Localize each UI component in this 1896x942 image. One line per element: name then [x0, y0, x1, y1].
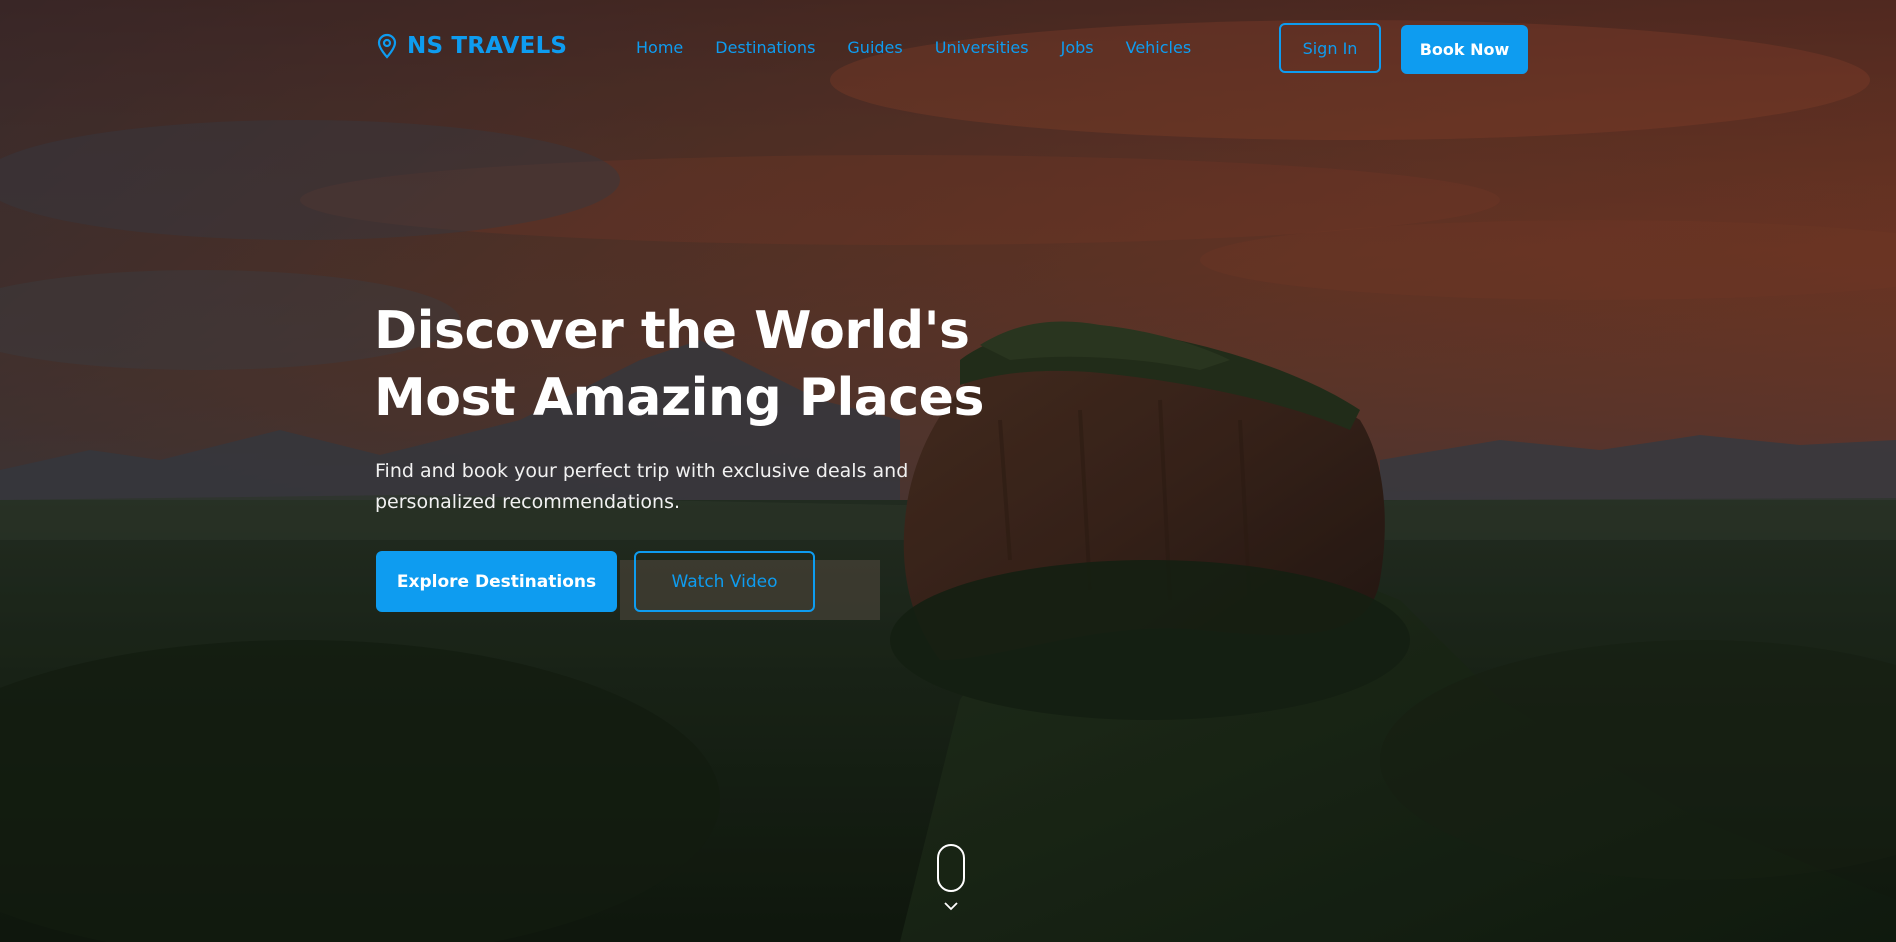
nav-item-home[interactable]: Home	[636, 38, 683, 57]
hero-subtitle-line-2: personalized recommendations.	[375, 491, 681, 513]
nav-item-vehicles[interactable]: Vehicles	[1126, 38, 1192, 57]
hero-title: Discover the World's Most Amazing Places	[374, 298, 984, 432]
scroll-down-indicator[interactable]	[935, 844, 967, 920]
nav-item-universities[interactable]: Universities	[935, 38, 1029, 57]
mouse-scroll-icon	[937, 844, 965, 892]
brand-name: NS TRAVELS	[407, 33, 568, 59]
explore-destinations-button[interactable]: Explore Destinations	[376, 551, 617, 612]
nav-item-destinations[interactable]: Destinations	[715, 38, 815, 57]
hero-title-line-2: Most Amazing Places	[374, 368, 984, 428]
hero-subtitle-line-1: Find and book your perfect trip with exc…	[375, 460, 909, 482]
nav-item-guides[interactable]: Guides	[847, 38, 902, 57]
sign-in-button[interactable]: Sign In	[1279, 23, 1381, 73]
hero-section: NS TRAVELS Home Destinations Guides Univ…	[0, 0, 1896, 942]
watch-video-button[interactable]: Watch Video	[634, 551, 815, 612]
hero-title-line-1: Discover the World's	[374, 301, 970, 361]
map-pin-icon	[377, 33, 397, 59]
nav-item-jobs[interactable]: Jobs	[1061, 38, 1094, 57]
book-now-button[interactable]: Book Now	[1401, 25, 1528, 74]
site-header: NS TRAVELS Home Destinations Guides Univ…	[0, 0, 1896, 100]
brand-logo[interactable]: NS TRAVELS	[375, 33, 567, 59]
chevron-down-icon	[944, 902, 958, 911]
main-nav: Home Destinations Guides Universities Jo…	[636, 38, 1223, 57]
hero-dark-overlay	[0, 0, 1896, 942]
hero-subtitle: Find and book your perfect trip with exc…	[375, 456, 935, 518]
